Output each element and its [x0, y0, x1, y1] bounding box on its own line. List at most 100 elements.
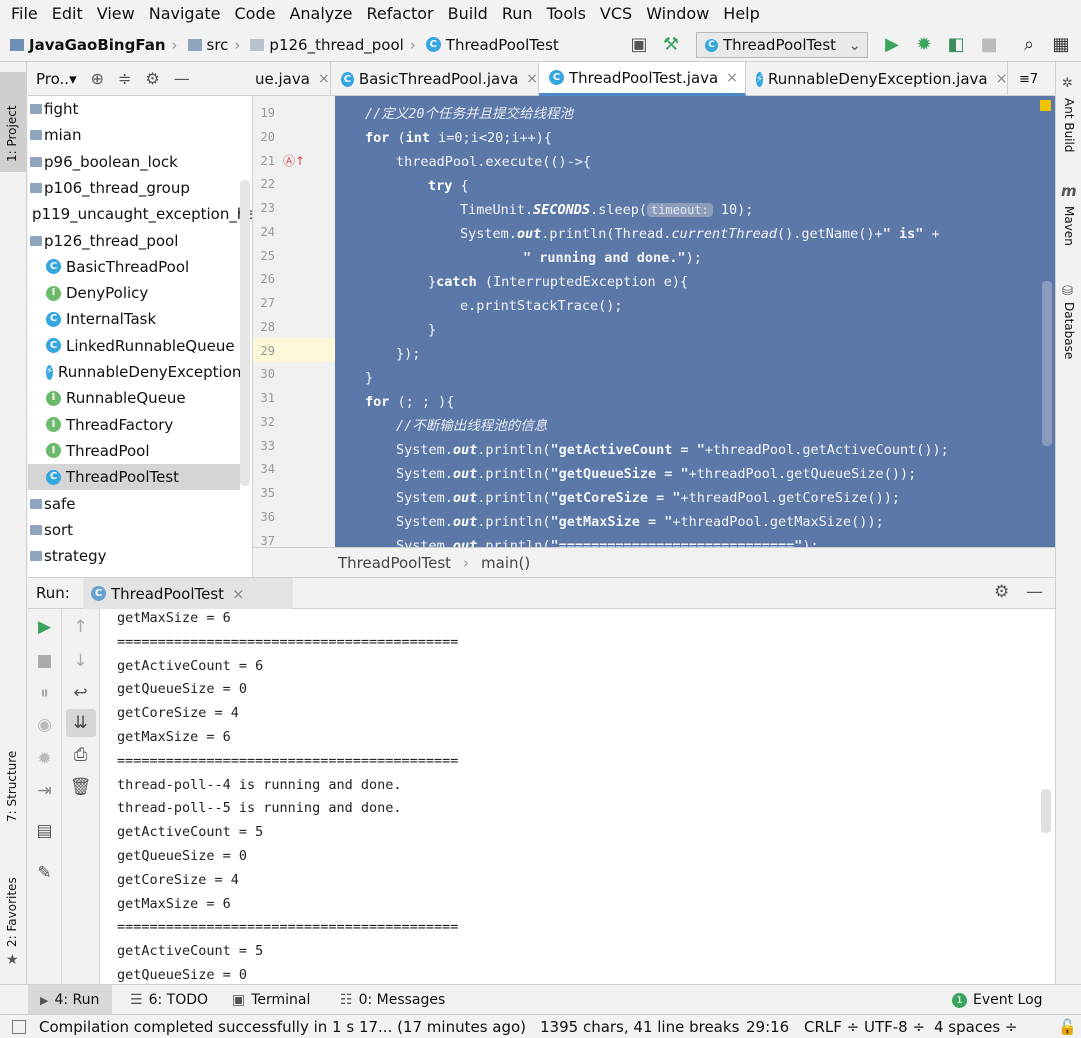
- status-toggle-icon[interactable]: [12, 1020, 26, 1034]
- analysis-status-icon[interactable]: [1040, 100, 1051, 111]
- close-icon[interactable]: ×: [318, 71, 330, 87]
- tab-basic-thread-pool[interactable]: C BasicThreadPool.java ×: [331, 62, 539, 96]
- menu-refactor[interactable]: Refactor: [360, 0, 441, 28]
- tree-item-threadfactory[interactable]: I ThreadFactory: [28, 412, 240, 438]
- tree-item-internaltask[interactable]: C InternalTask: [28, 306, 240, 332]
- target-icon[interactable]: ⊕: [91, 69, 104, 88]
- tree-item-basicthreadpool[interactable]: C BasicThreadPool: [28, 254, 240, 280]
- menu-file[interactable]: File: [4, 0, 45, 28]
- maven-tool-label[interactable]: Maven: [1062, 206, 1076, 246]
- hide-icon[interactable]: —: [1026, 582, 1043, 602]
- editor-scrollbar[interactable]: [1042, 281, 1052, 446]
- pause-icon[interactable]: ⏸: [28, 683, 61, 703]
- menu-window[interactable]: Window: [639, 0, 716, 28]
- debug-icon[interactable]: ✹: [912, 34, 936, 56]
- hide-icon[interactable]: —: [174, 69, 190, 88]
- stop-icon[interactable]: ■: [28, 651, 61, 671]
- tree-item-threadpool[interactable]: I ThreadPool: [28, 438, 240, 464]
- indent-select[interactable]: 4 spaces ÷: [934, 1015, 1017, 1038]
- project-structure-icon[interactable]: ▦: [1049, 34, 1073, 56]
- tree-item-mian[interactable]: mian: [28, 122, 240, 148]
- tree-item-p106-thread-group[interactable]: p106_thread_group: [28, 175, 240, 201]
- crumb-class[interactable]: C ThreadPoolTest: [425, 36, 559, 54]
- layout-icon[interactable]: ▣: [627, 34, 651, 56]
- tree-item-safe[interactable]: safe: [28, 491, 240, 517]
- pin-icon[interactable]: ✎: [28, 863, 61, 883]
- soft-wrap-icon[interactable]: ↩: [62, 683, 99, 703]
- arrow-up-icon[interactable]: ↑: [62, 617, 99, 637]
- tree-item-p96-boolean-lock[interactable]: p96_boolean_lock: [28, 149, 240, 175]
- trash-icon[interactable]: 🗑: [62, 777, 99, 797]
- project-scrollbar[interactable]: [240, 180, 250, 486]
- database-tool-label[interactable]: Database: [1062, 302, 1076, 359]
- run-tab[interactable]: C ThreadPoolTest ×: [83, 578, 293, 609]
- close-icon[interactable]: ×: [726, 70, 738, 86]
- layout-icon[interactable]: ▤: [28, 821, 61, 841]
- debug-bug-icon[interactable]: ✹: [28, 749, 61, 769]
- tab-thread-pool-test[interactable]: C ThreadPoolTest.java ×: [539, 62, 746, 96]
- tree-item-strategy[interactable]: strategy: [28, 543, 240, 569]
- override-marker-icon[interactable]: Ⓐ↑: [283, 152, 305, 169]
- ant-build-tool-label[interactable]: Ant Build: [1062, 98, 1076, 152]
- tree-item-runnablequeue[interactable]: I RunnableQueue: [28, 385, 240, 411]
- camera-icon[interactable]: ◉: [28, 715, 61, 735]
- tab-runnable-deny-exception[interactable]: ⚡ RunnableDenyException.java ×: [746, 62, 1008, 96]
- collapse-all-icon[interactable]: ≑: [118, 69, 131, 88]
- tab-overflow-button[interactable]: ≡7: [1013, 62, 1055, 96]
- structure-tool-label[interactable]: 7: Structure: [5, 751, 19, 822]
- menu-help[interactable]: Help: [716, 0, 766, 28]
- run-tool-button[interactable]: ▶ 4: Run: [28, 985, 112, 1015]
- event-log-button[interactable]: 1 Event Log: [952, 985, 1043, 1015]
- menu-code[interactable]: Code: [228, 0, 283, 28]
- breadcrumb-method[interactable]: main(): [481, 554, 530, 572]
- gear-icon[interactable]: ⚙: [994, 582, 1009, 602]
- close-icon[interactable]: ×: [232, 585, 245, 603]
- arrow-down-icon[interactable]: ↓: [62, 651, 99, 671]
- run-icon[interactable]: ▶: [880, 34, 904, 56]
- console-scrollbar[interactable]: [1041, 789, 1051, 833]
- tree-item-p126-thread-pool[interactable]: p126_thread_pool: [28, 228, 240, 254]
- menu-vcs[interactable]: VCS: [593, 0, 639, 28]
- todo-tool-button[interactable]: ☰ 6: TODO: [130, 985, 208, 1015]
- rerun-icon[interactable]: ▶: [28, 617, 61, 637]
- lock-icon[interactable]: 🔓: [1058, 1015, 1077, 1038]
- tree-item-denypolicy[interactable]: I DenyPolicy: [28, 280, 240, 306]
- terminal-tool-button[interactable]: ▣ Terminal: [232, 985, 310, 1015]
- tree-item-runnabledenyexception[interactable]: ⚡ RunnableDenyException: [28, 359, 241, 385]
- menu-analyze[interactable]: Analyze: [282, 0, 359, 28]
- crumb-src[interactable]: src ›: [187, 36, 240, 54]
- menu-view[interactable]: View: [90, 0, 142, 28]
- exit-icon[interactable]: ⇥: [28, 781, 61, 801]
- console-output[interactable]: getMaxSize = 6 ==========================…: [100, 609, 1055, 984]
- tab-queue-java[interactable]: ue.java ×: [253, 62, 331, 96]
- tree-item-linkedrunnablequeue[interactable]: C LinkedRunnableQueue: [28, 333, 240, 359]
- messages-tool-button[interactable]: ☷ 0: Messages: [340, 985, 445, 1015]
- menu-build[interactable]: Build: [441, 0, 495, 28]
- print-icon[interactable]: ⎙: [62, 745, 99, 765]
- crumb-project[interactable]: JavaGaoBingFan ›: [10, 36, 178, 54]
- menu-tools[interactable]: Tools: [540, 0, 593, 28]
- search-icon[interactable]: ⌕: [1017, 34, 1041, 56]
- gear-icon[interactable]: ⚙: [145, 69, 159, 88]
- stop-icon[interactable]: ■: [977, 34, 1001, 56]
- build-hammer-icon[interactable]: ⚒: [659, 34, 683, 56]
- close-icon[interactable]: ×: [996, 71, 1008, 87]
- menu-run[interactable]: Run: [495, 0, 540, 28]
- close-icon[interactable]: ×: [526, 71, 538, 87]
- coverage-icon[interactable]: ◧: [944, 34, 968, 56]
- menu-edit[interactable]: Edit: [45, 0, 90, 28]
- menu-navigate[interactable]: Navigate: [142, 0, 228, 28]
- code-editor[interactable]: //定义20个任务并且提交给线程池 for (int i=0;i<20;i++)…: [335, 96, 1055, 547]
- project-view-select[interactable]: Pro..▾: [36, 70, 77, 88]
- line-separator-select[interactable]: CRLF ÷: [804, 1015, 859, 1038]
- tree-item-p119-uncaught-exception-ha[interactable]: p119_uncaught_exception_ha: [28, 201, 252, 227]
- tree-item-sort[interactable]: sort: [28, 517, 240, 543]
- status-message[interactable]: Compilation completed successfully in 1 …: [39, 1015, 526, 1038]
- tree-item-fight[interactable]: fight: [28, 96, 240, 122]
- tree-item-threadpooltest[interactable]: C ThreadPoolTest: [28, 464, 240, 491]
- favorites-tool-label[interactable]: 2: Favorites: [5, 877, 19, 947]
- encoding-select[interactable]: UTF-8 ÷: [864, 1015, 925, 1038]
- caret-position[interactable]: 29:16: [746, 1015, 789, 1038]
- breadcrumb-class[interactable]: ThreadPoolTest: [338, 554, 451, 572]
- crumb-package[interactable]: p126_thread_pool ›: [250, 36, 416, 54]
